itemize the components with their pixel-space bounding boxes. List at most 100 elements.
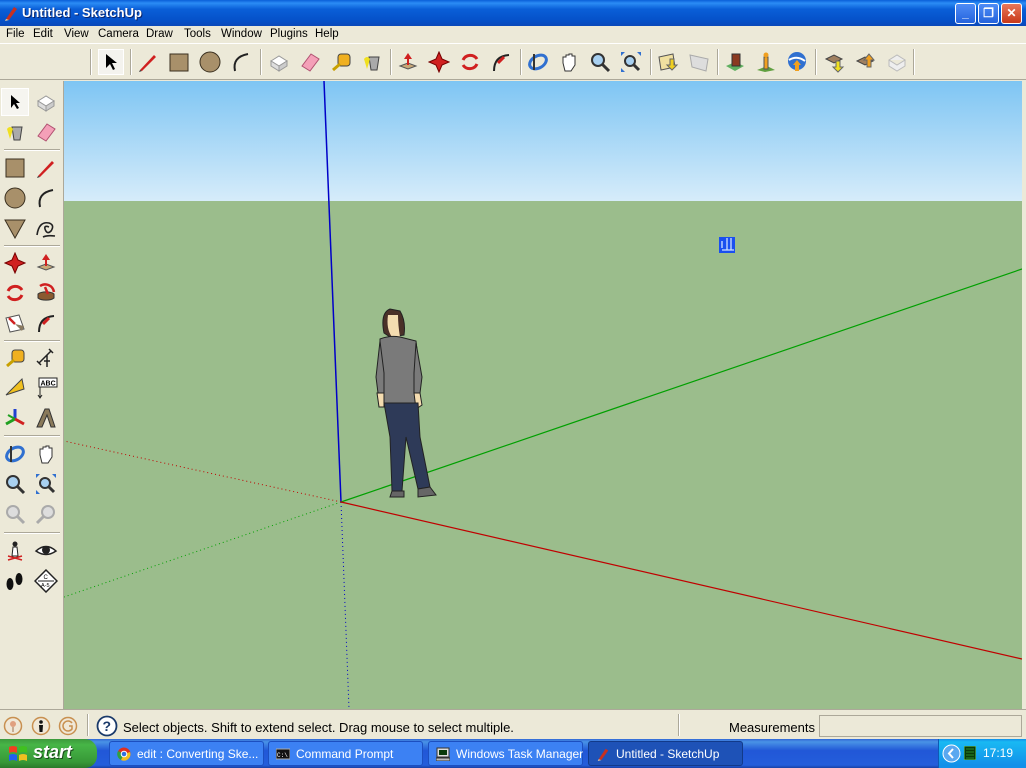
circle-icon [4,187,26,209]
share-component-button[interactable] [853,49,879,75]
zoom-extents-button[interactable] [32,470,60,498]
start-button[interactable]: start [0,739,97,768]
menu-tools[interactable]: Tools [184,28,211,40]
rectangle-tool-button[interactable] [1,154,29,182]
menu-camera[interactable]: Camera [98,28,139,40]
protractor-icon [5,377,25,396]
taskbar-item-command-prompt[interactable]: C:\ Command Prompt [268,741,423,766]
dynamic-component-button[interactable] [884,49,910,75]
circle-tool-button[interactable] [197,49,223,75]
select-tool-button[interactable] [98,49,124,75]
taskbar-item-chrome[interactable]: edit : Converting Ske... [109,741,264,766]
minimize-icon: _ [962,6,969,20]
tape-measure-button[interactable] [1,344,29,372]
taskbar-item-sketchup[interactable]: Untitled - SketchUp [588,741,743,766]
tape-measure-button[interactable] [328,49,354,75]
next-view-button[interactable] [32,500,60,528]
zoom-extents-icon [621,52,641,72]
question-icon[interactable]: ? [96,715,118,737]
arc-tool-button[interactable] [228,49,254,75]
google-signin-icon[interactable] [58,716,78,736]
pencil-icon [139,55,156,72]
place-model-button[interactable] [722,49,748,75]
arc-tool-button[interactable] [32,184,60,212]
restore-button[interactable]: ❐ [978,3,999,24]
text-tool-button[interactable]: ABC [32,374,60,402]
rotate-tool-button[interactable] [457,49,483,75]
paint-bucket-button[interactable] [359,49,385,75]
restore-icon: ❐ [983,6,994,20]
move-tool-button[interactable] [426,49,452,75]
push-pull-button[interactable] [395,49,421,75]
get-models-button[interactable] [753,49,779,75]
pencil-tool-button[interactable] [135,49,161,75]
share-model-button[interactable] [784,49,810,75]
menu-help[interactable]: Help [315,28,339,40]
rotate-icon [461,53,479,71]
toolbar-grip[interactable] [90,49,92,75]
eraser-tool-button[interactable] [32,118,60,146]
3d-text-tool-button[interactable] [32,404,60,432]
geo-location-icon[interactable] [3,716,23,736]
orbit-tool-button[interactable] [1,440,29,468]
drawing-viewport[interactable] [64,81,1022,709]
position-camera-button[interactable] [1,537,29,565]
palette-separator [4,149,60,151]
follow-me-button[interactable] [32,309,60,337]
push-pull-button[interactable] [32,249,60,277]
paint-bucket-button[interactable] [1,118,29,146]
rectangle-tool-button[interactable] [166,49,192,75]
protractor-tool-button[interactable] [1,374,29,402]
arc-icon [38,189,54,208]
pencil-tool-button[interactable] [32,154,60,182]
look-around-button[interactable] [32,537,60,565]
pan-tool-button[interactable] [556,49,582,75]
zoom-tool-button[interactable] [587,49,613,75]
previous-view-button[interactable] [1,500,29,528]
scale-tool-button[interactable] [32,279,60,307]
walk-tool-button[interactable] [1,567,29,595]
freehand-tool-button[interactable] [32,214,60,242]
make-component-button[interactable] [266,49,292,75]
walk-icon [6,573,23,590]
axes-tool-button[interactable] [1,404,29,432]
menu-view[interactable]: View [64,28,89,40]
section-plane-button[interactable]: C A-5 [32,567,60,595]
move-tool-button[interactable] [1,249,29,277]
toggle-terrain-button[interactable] [686,49,712,75]
follow-me-icon [38,315,55,333]
menu-file[interactable]: File [6,28,25,40]
get-models-warehouse-button[interactable] [822,49,848,75]
credits-icon[interactable] [31,716,51,736]
pencil-icon [37,161,54,178]
place-model-icon [726,53,744,71]
zoom-extents-button[interactable] [618,49,644,75]
axes-layer [64,81,1022,709]
orbit-tool-button[interactable] [525,49,551,75]
menu-plugins[interactable]: Plugins [270,28,308,40]
blue-axis [323,81,342,503]
get-current-view-button[interactable] [655,49,681,75]
polygon-tool-button[interactable] [1,214,29,242]
follow-me-button[interactable] [488,49,514,75]
make-component-button[interactable] [32,88,60,116]
cpu-meter-icon[interactable] [964,746,976,760]
close-button[interactable]: ✕ [1001,3,1022,24]
offset-tool-button[interactable] [1,309,29,337]
select-tool-button[interactable] [1,88,29,116]
menu-draw[interactable]: Draw [146,28,173,40]
taskbar-item-task-manager[interactable]: Windows Task Manager [428,741,583,766]
measurements-input[interactable] [819,715,1022,737]
eraser-tool-button[interactable] [297,49,323,75]
circle-tool-button[interactable] [1,184,29,212]
minimize-button[interactable]: _ [955,3,976,24]
menu-edit[interactable]: Edit [33,28,53,40]
menu-window[interactable]: Window [221,28,262,40]
pan-tool-button[interactable] [32,440,60,468]
zoom-tool-button[interactable] [1,470,29,498]
dimension-tool-button[interactable] [32,344,60,372]
eraser-icon [301,53,320,72]
show-hidden-icons-button[interactable] [942,744,961,763]
status-separator [87,714,89,736]
rotate-tool-button[interactable] [1,279,29,307]
